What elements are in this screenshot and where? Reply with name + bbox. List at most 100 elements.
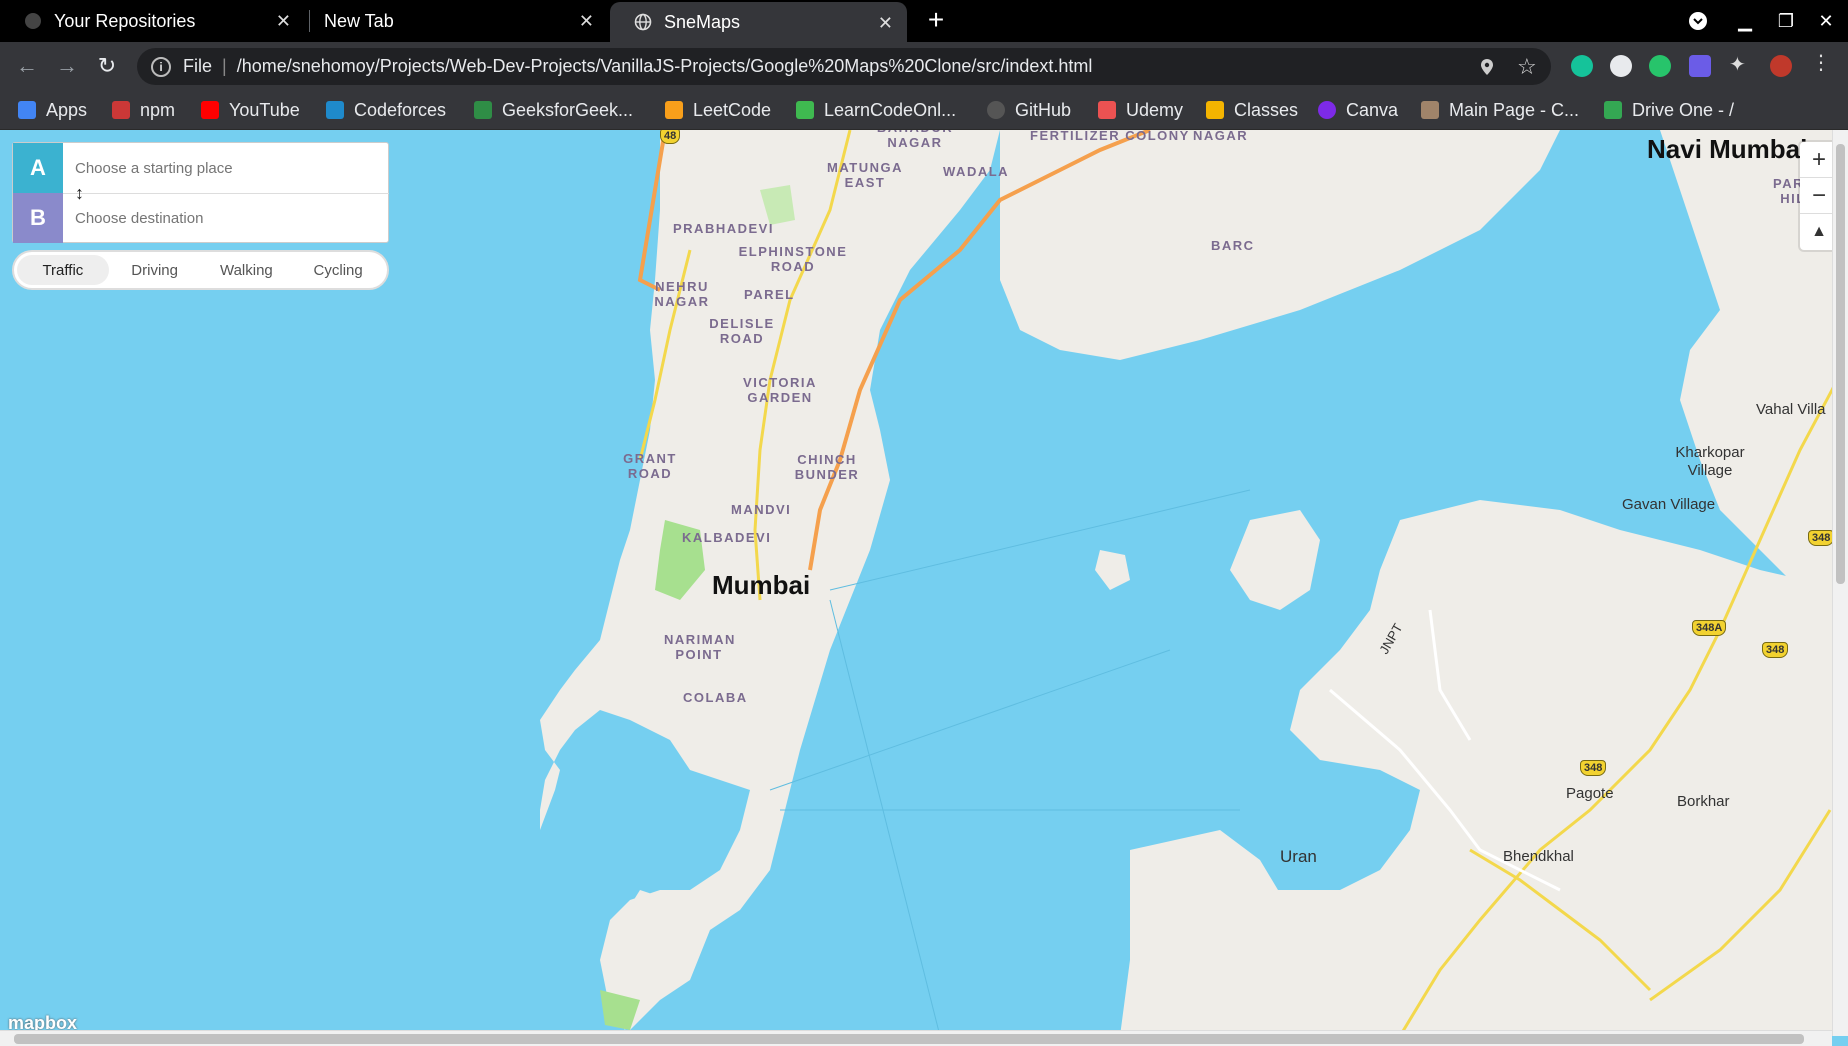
codeforces-icon <box>326 101 344 119</box>
close-icon[interactable]: ✕ <box>579 11 594 32</box>
origin-marker: A <box>13 143 63 193</box>
close-icon[interactable]: ✕ <box>276 11 291 32</box>
directions-panel: A ↕ B <box>12 142 389 243</box>
gfg-icon <box>474 101 492 119</box>
origin-input[interactable] <box>63 144 388 192</box>
bookmark-label: LearnCodeOnl... <box>824 99 957 120</box>
bookmark-label: Udemy <box>1126 99 1184 120</box>
github-icon <box>24 12 42 30</box>
back-icon[interactable]: ← <box>11 50 43 82</box>
neighborhood-label: MATUNGA EAST <box>827 160 903 190</box>
city-label: Navi Mumbai <box>1647 134 1808 164</box>
mode-walking[interactable]: Walking <box>201 255 293 285</box>
bookmark-star-icon[interactable]: ☆ <box>1517 48 1537 85</box>
tab-snemaps[interactable]: SneMaps ✕ <box>610 2 907 42</box>
extension-icon[interactable] <box>1649 55 1671 77</box>
profile-selector: Traffic Driving Walking Cycling <box>12 250 389 290</box>
extensions-puzzle-icon[interactable]: ✦ <box>1729 52 1751 76</box>
npm-icon <box>112 101 130 119</box>
neighborhood-label: BAHADUR NAGAR <box>877 130 952 150</box>
scroll-thumb[interactable] <box>1836 144 1845 584</box>
neighborhood-label: ELPHINSTONE ROAD <box>738 244 848 274</box>
neighborhood-label: CHINCH BUNDER <box>794 452 860 482</box>
reload-icon[interactable]: ↻ <box>91 50 123 82</box>
mode-traffic[interactable]: Traffic <box>17 255 109 285</box>
place-label: Gavan Village <box>1622 496 1716 513</box>
leetcode-icon <box>665 101 683 119</box>
bookmark-label: Classes <box>1234 99 1299 120</box>
bookmark-label: Apps <box>46 99 88 120</box>
tab-search-icon[interactable] <box>1678 0 1718 42</box>
info-icon[interactable]: i <box>151 56 171 77</box>
highway-shield: 348A <box>1692 620 1727 636</box>
destination-input[interactable] <box>63 194 388 242</box>
neighborhood-label: PRABHADEVI <box>673 221 774 236</box>
place-label: Pagote <box>1566 785 1614 802</box>
bookmark-geeksforgeeks[interactable]: GeeksforGeek... <box>474 90 633 130</box>
neighborhood-label: NEHRU NAGAR <box>654 279 710 309</box>
neighborhood-label: MANDVI <box>731 502 792 517</box>
url-separator: | <box>222 56 227 76</box>
bookmark-classes[interactable]: Classes <box>1206 90 1298 130</box>
drive-icon <box>1604 101 1622 119</box>
mode-cycling[interactable]: Cycling <box>292 255 384 285</box>
close-window-icon[interactable]: ✕ <box>1806 0 1846 42</box>
place-label: Uran <box>1280 847 1317 866</box>
neighborhood-label: GRANT ROAD <box>623 451 677 481</box>
place-label: Bhendkhal <box>1503 848 1574 865</box>
github-icon <box>987 101 1005 119</box>
shipping-lane <box>769 649 1171 791</box>
youtube-icon <box>201 101 219 119</box>
tab-new-tab[interactable]: New Tab ✕ <box>310 0 608 42</box>
bookmark-github[interactable]: GitHub <box>987 90 1071 130</box>
menu-icon[interactable]: ⋮ <box>1810 50 1832 74</box>
bookmark-udemy[interactable]: Udemy <box>1098 90 1183 130</box>
place-label: Vahal Villa <box>1756 401 1826 418</box>
browser-toolbar: ← → ↻ i File | /home/snehomoy/Projects/W… <box>0 42 1848 90</box>
address-bar[interactable]: i File | /home/snehomoy/Projects/Web-Dev… <box>137 48 1551 85</box>
islet <box>1095 550 1130 590</box>
tab-strip: Your Repositories ✕ New Tab ✕ SneMaps ✕ … <box>0 0 1848 42</box>
horizontal-scrollbar[interactable] <box>0 1030 1832 1046</box>
bookmark-canva[interactable]: Canva <box>1318 90 1398 130</box>
grammarly-icon[interactable] <box>1571 55 1593 77</box>
extension-icon[interactable] <box>1689 55 1711 77</box>
northeast-landmass <box>1000 130 1560 360</box>
bookmark-main-page[interactable]: Main Page - C... <box>1421 90 1579 130</box>
tab-your-repositories[interactable]: Your Repositories ✕ <box>0 0 305 42</box>
bookmark-apps[interactable]: Apps <box>18 90 87 130</box>
forward-icon[interactable]: → <box>51 50 83 82</box>
bookmark-leetcode[interactable]: LeetCode <box>665 90 771 130</box>
mode-driving[interactable]: Driving <box>109 255 201 285</box>
neighborhood-label: NARIMAN POINT <box>664 632 736 662</box>
vertical-scrollbar[interactable] <box>1832 130 1848 1036</box>
city-label: Mumbai <box>712 570 811 600</box>
highway-shield: 348 <box>1762 642 1789 658</box>
bookmark-drive[interactable]: Drive One - / <box>1604 90 1734 130</box>
place-label: Borkhar <box>1677 793 1730 810</box>
extension-icon[interactable] <box>1610 55 1632 77</box>
restore-icon[interactable]: ❐ <box>1766 0 1806 42</box>
bookmark-npm[interactable]: npm <box>112 90 175 130</box>
neighborhood-label: DELISLE ROAD <box>709 316 775 346</box>
neighborhood-label: WADALA <box>943 164 1010 179</box>
location-icon[interactable] <box>1480 48 1494 85</box>
avatar[interactable] <box>1770 55 1792 77</box>
bookmark-label: Canva <box>1346 99 1399 120</box>
bookmarks-bar: Apps npm YouTube Codeforces GeeksforGeek… <box>0 90 1848 130</box>
bookmark-youtube[interactable]: YouTube <box>201 90 300 130</box>
new-tab-button[interactable]: + <box>921 5 951 35</box>
bookmark-learncodeonline[interactable]: LearnCodeOnl... <box>796 90 956 130</box>
udemy-icon <box>1098 101 1116 119</box>
classroom-icon <box>1206 101 1224 119</box>
minimize-icon[interactable]: ▁ <box>1725 0 1765 42</box>
bookmark-label: GitHub <box>1015 99 1072 120</box>
bookmark-label: Drive One - / <box>1632 99 1735 120</box>
bookmark-codeforces[interactable]: Codeforces <box>326 90 446 130</box>
scroll-thumb[interactable] <box>14 1034 1804 1044</box>
bookmark-label: Codeforces <box>354 99 447 120</box>
elephanta-island <box>1230 510 1320 610</box>
close-icon[interactable]: ✕ <box>878 13 893 34</box>
bookmark-label: YouTube <box>229 99 300 120</box>
neighborhood-label: PAREL <box>744 287 795 302</box>
